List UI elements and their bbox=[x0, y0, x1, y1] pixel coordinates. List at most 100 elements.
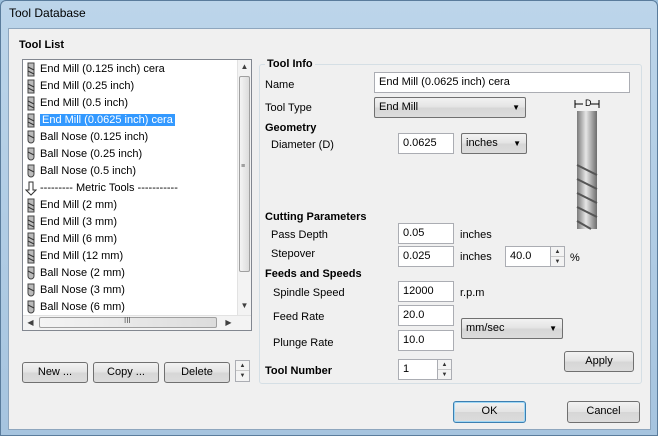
end-mill-icon bbox=[25, 232, 37, 247]
diameter-dimension-label: D bbox=[585, 98, 592, 108]
geometry-heading: Geometry bbox=[265, 122, 317, 134]
list-item-label: End Mill (2 mm) bbox=[40, 199, 118, 211]
tool-database-window: Tool Database Tool List Ball Nose (12 mm… bbox=[0, 0, 658, 436]
diameter-label: Diameter (D) bbox=[271, 139, 334, 151]
diameter-input[interactable]: 0.0625 bbox=[398, 133, 454, 154]
title-bar[interactable]: Tool Database bbox=[1, 1, 657, 27]
list-item[interactable]: Ball Nose (6 mm) bbox=[25, 299, 233, 316]
decrement-icon[interactable]: ▼ bbox=[438, 370, 451, 380]
stepover-unit: inches bbox=[460, 251, 492, 263]
end-mill-icon bbox=[25, 62, 37, 77]
plunge-rate-input[interactable]: 10.0 bbox=[398, 330, 454, 351]
stepover-label: Stepover bbox=[271, 248, 316, 260]
tool-name-input[interactable]: End Mill (0.0625 inch) cera bbox=[374, 72, 630, 93]
move-up-icon[interactable]: ▲ bbox=[236, 361, 249, 371]
stepover-input[interactable]: 0.025 bbox=[398, 246, 454, 267]
tool-type-label: Tool Type bbox=[265, 102, 312, 114]
list-item[interactable]: Ball Nose (3 mm) bbox=[25, 282, 233, 299]
list-item-label: End Mill (0.5 inch) bbox=[40, 97, 129, 109]
geometry-units-select[interactable]: inches ▼ bbox=[461, 133, 527, 154]
end-mill-icon bbox=[25, 96, 37, 111]
pass-depth-unit: inches bbox=[460, 229, 492, 241]
list-item-label: Ball Nose (0.25 inch) bbox=[40, 148, 143, 160]
scroll-down-icon[interactable]: ▼ bbox=[238, 301, 251, 310]
increment-icon[interactable]: ▲ bbox=[438, 360, 451, 370]
percent-sign: % bbox=[570, 252, 580, 264]
delete-tool-button[interactable]: Delete bbox=[164, 362, 230, 383]
list-item[interactable]: Ball Nose (0.125 inch) bbox=[25, 129, 233, 146]
list-item[interactable]: End Mill (6 mm) bbox=[25, 231, 233, 248]
list-item[interactable]: --------- Metric Tools ----------- bbox=[24, 180, 233, 197]
spindle-speed-unit: r.p.m bbox=[460, 287, 485, 299]
list-item-label: End Mill (0.25 inch) bbox=[40, 80, 135, 92]
list-item[interactable]: End Mill (12 mm) bbox=[25, 248, 233, 265]
tool-list-vertical-scrollbar[interactable]: ▲ ≡ ▼ bbox=[237, 60, 251, 316]
window-title: Tool Database bbox=[9, 6, 86, 20]
stepover-percent-spinner[interactable]: ▲ ▼ bbox=[550, 246, 565, 267]
feed-rate-input[interactable]: 20.0 bbox=[398, 305, 454, 326]
stepover-percent-input[interactable]: 40.0 bbox=[505, 246, 551, 267]
feed-rate-label: Feed Rate bbox=[273, 311, 325, 323]
list-item-label: End Mill (0.0625 inch) cera bbox=[40, 114, 175, 126]
list-item-label: Ball Nose (0.125 inch) bbox=[40, 131, 149, 143]
list-item[interactable]: Ball Nose (0.5 inch) bbox=[25, 163, 233, 180]
chevron-down-icon: ▼ bbox=[512, 103, 520, 112]
list-item-label: Ball Nose (0.5 inch) bbox=[40, 165, 136, 177]
ball-nose-icon bbox=[25, 147, 37, 162]
list-item[interactable]: End Mill (0.125 inch) cera bbox=[25, 61, 233, 78]
ball-nose-icon bbox=[25, 164, 37, 179]
spindle-speed-input[interactable]: 12000 bbox=[398, 281, 454, 302]
tool-number-spinner[interactable]: ▲ ▼ bbox=[437, 359, 452, 380]
list-item[interactable]: End Mill (0.5 inch) bbox=[25, 95, 233, 112]
geometry-units-value: inches bbox=[466, 137, 498, 149]
spindle-speed-label: Spindle Speed bbox=[273, 287, 345, 299]
list-item-label: End Mill (0.125 inch) cera bbox=[40, 63, 165, 75]
increment-icon[interactable]: ▲ bbox=[551, 247, 564, 257]
scroll-right-icon[interactable]: ▶ bbox=[222, 318, 235, 327]
ok-button[interactable]: OK bbox=[453, 401, 526, 423]
tool-list-horizontal-scrollbar[interactable]: ◀ III ▶ bbox=[23, 315, 251, 330]
tool-list[interactable]: Ball Nose (12 mm)Ball Nose (6 mm)Ball No… bbox=[22, 59, 252, 331]
end-mill-icon bbox=[25, 215, 37, 230]
apply-button[interactable]: Apply bbox=[564, 351, 634, 372]
decrement-icon[interactable]: ▼ bbox=[551, 257, 564, 267]
list-item-label: Ball Nose (3 mm) bbox=[40, 284, 125, 296]
end-mill-icon bbox=[25, 249, 37, 264]
list-item[interactable]: End Mill (3 mm) bbox=[25, 214, 233, 231]
scroll-left-icon[interactable]: ◀ bbox=[24, 318, 37, 327]
list-item-label: End Mill (6 mm) bbox=[40, 233, 118, 245]
new-tool-button[interactable]: New ... bbox=[22, 362, 88, 383]
list-item[interactable]: Ball Nose (0.25 inch) bbox=[25, 146, 233, 163]
ball-nose-icon bbox=[25, 266, 37, 281]
tool-list-heading: Tool List bbox=[19, 39, 65, 51]
plunge-rate-label: Plunge Rate bbox=[273, 337, 334, 349]
list-item-label: End Mill (3 mm) bbox=[40, 216, 118, 228]
scroll-up-icon[interactable]: ▲ bbox=[238, 62, 251, 71]
ball-nose-icon bbox=[25, 130, 37, 145]
tool-type-select[interactable]: End Mill ▼ bbox=[374, 97, 526, 118]
chevron-down-icon: ▼ bbox=[549, 324, 557, 333]
end-mill-icon bbox=[25, 79, 37, 94]
h-scrollbar-thumb[interactable]: III bbox=[39, 316, 217, 328]
chevron-down-icon: ▼ bbox=[513, 139, 521, 148]
list-item[interactable]: End Mill (0.25 inch) bbox=[25, 78, 233, 95]
copy-tool-button[interactable]: Copy ... bbox=[93, 362, 159, 383]
list-item-label: --------- Metric Tools ----------- bbox=[40, 182, 178, 194]
dialog-client-area: Tool List Ball Nose (12 mm)Ball Nose (6 … bbox=[8, 28, 651, 430]
list-item[interactable]: End Mill (2 mm) bbox=[25, 197, 233, 214]
pass-depth-input[interactable]: 0.05 bbox=[398, 223, 454, 244]
feeds-speeds-heading: Feeds and Speeds bbox=[265, 268, 362, 280]
cancel-button[interactable]: Cancel bbox=[567, 401, 640, 423]
list-item[interactable]: Ball Nose (2 mm) bbox=[25, 265, 233, 282]
move-down-icon[interactable]: ▼ bbox=[236, 371, 249, 381]
tool-number-label: Tool Number bbox=[265, 365, 333, 377]
list-item-selected[interactable]: End Mill (0.0625 inch) cera bbox=[25, 112, 233, 129]
tool-number-input[interactable]: 1 bbox=[398, 359, 438, 380]
tool-order-spinner[interactable]: ▲ ▼ bbox=[235, 360, 250, 382]
scrollbar-thumb[interactable]: ≡ bbox=[239, 76, 250, 272]
ball-nose-icon bbox=[25, 300, 37, 315]
cutting-parameters-heading: Cutting Parameters bbox=[265, 211, 367, 223]
rate-units-select[interactable]: mm/sec ▼ bbox=[461, 318, 563, 339]
ball-nose-icon bbox=[25, 283, 37, 298]
tool-type-value: End Mill bbox=[379, 101, 419, 113]
